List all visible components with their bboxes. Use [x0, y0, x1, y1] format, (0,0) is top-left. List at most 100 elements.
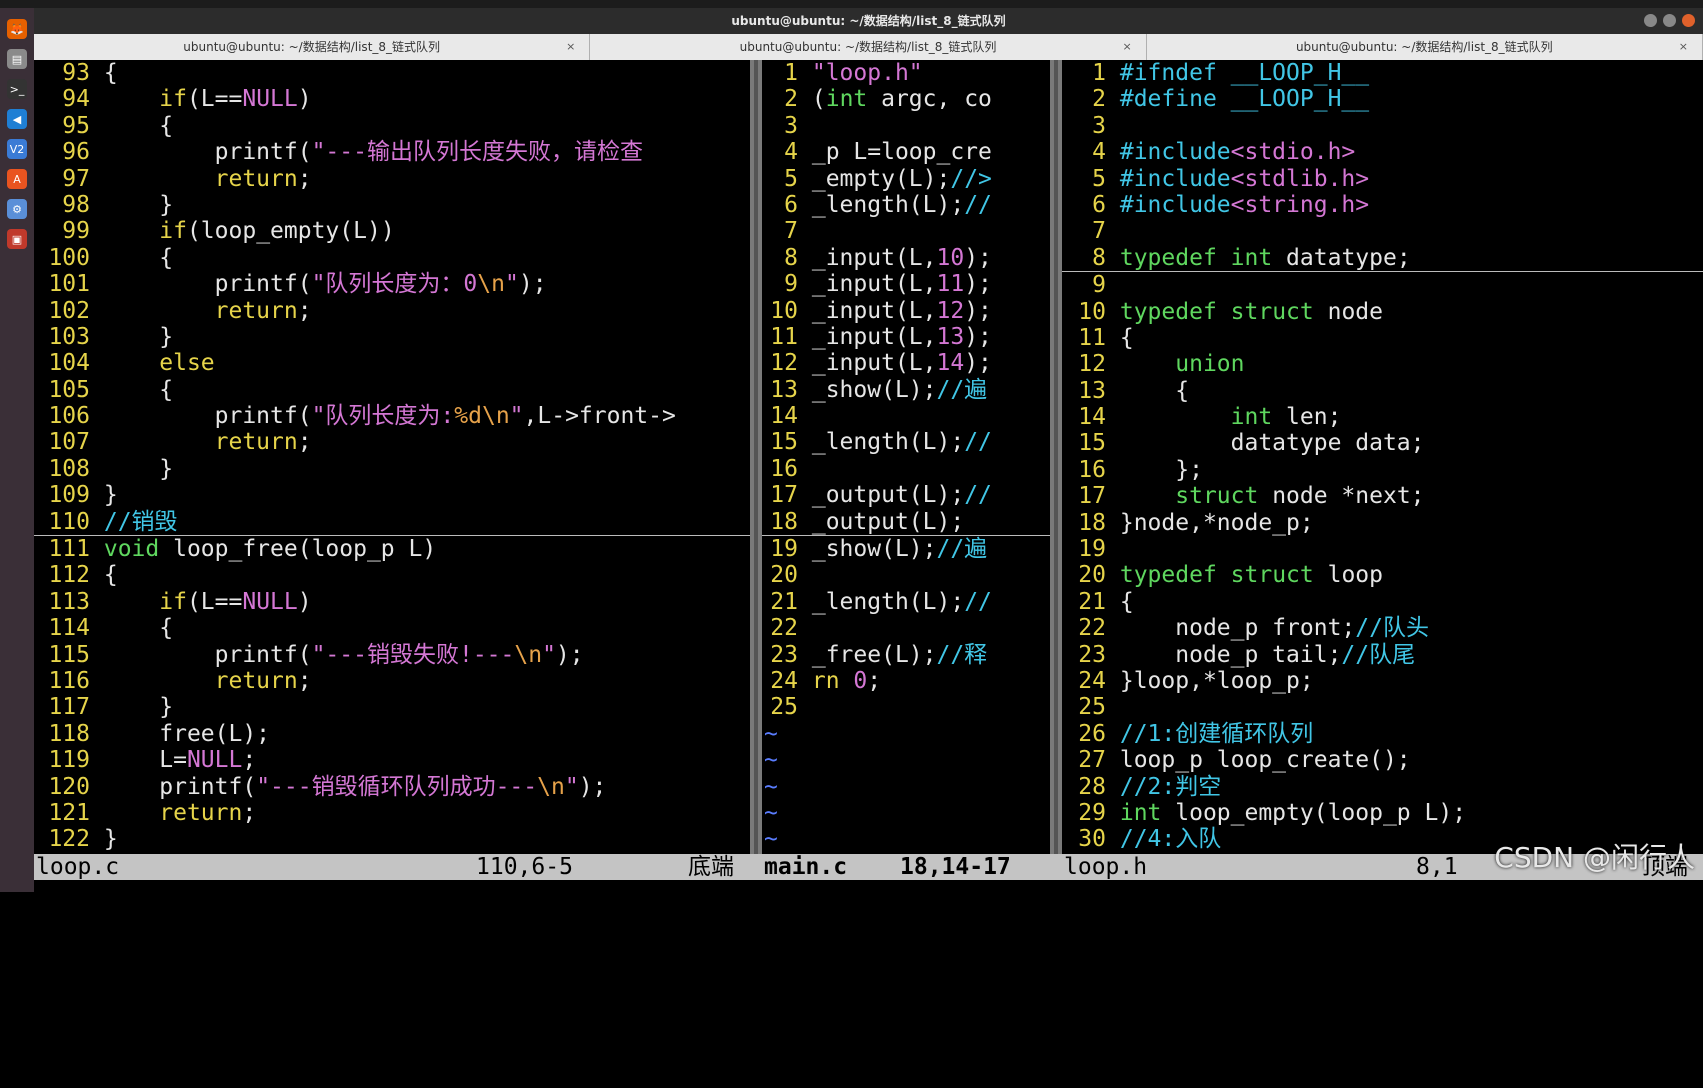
editor-pane-main-c[interactable]: 1 "loop.h" 2 (int argc, co 3 4 _p L=loop_c…: [762, 60, 1050, 854]
code-line[interactable]: ~: [762, 800, 1050, 826]
code-line[interactable]: 105 {: [34, 377, 750, 403]
code-line[interactable]: ~: [762, 747, 1050, 773]
code-line[interactable]: 102 return;: [34, 298, 750, 324]
code-line[interactable]: 10 _input(L,12);: [762, 298, 1050, 324]
code-line[interactable]: 11 {: [1062, 325, 1703, 351]
tab-close-icon[interactable]: ×: [1122, 34, 1131, 60]
code-line[interactable]: 120 printf("---销毁循环队列成功---\n");: [34, 774, 750, 800]
code-line[interactable]: 1 "loop.h": [762, 60, 1050, 86]
code-line[interactable]: 99 if(loop_empty(L)): [34, 218, 750, 244]
code-line[interactable]: 113 if(L==NULL): [34, 589, 750, 615]
code-line[interactable]: 100 {: [34, 245, 750, 271]
code-line[interactable]: 103 }: [34, 324, 750, 350]
files-icon[interactable]: ▤: [7, 49, 27, 69]
code-line[interactable]: 12 _input(L,14);: [762, 350, 1050, 376]
code-line[interactable]: 24 rn 0;: [762, 668, 1050, 694]
code-line[interactable]: 97 return;: [34, 166, 750, 192]
code-line[interactable]: 22: [762, 615, 1050, 641]
code-line[interactable]: ~: [762, 721, 1050, 747]
code-line[interactable]: 10 typedef struct node: [1062, 299, 1703, 325]
code-line[interactable]: 13 _show(L);//遍: [762, 377, 1050, 403]
code-line[interactable]: 8 _input(L,10);: [762, 245, 1050, 271]
code-line[interactable]: 109 }: [34, 482, 750, 508]
code-line[interactable]: 25: [1062, 694, 1703, 720]
vertical-split-separator[interactable]: [750, 60, 762, 854]
code-line[interactable]: 114 {: [34, 615, 750, 641]
code-line[interactable]: 20 typedef struct loop: [1062, 562, 1703, 588]
code-line[interactable]: 12 union: [1062, 351, 1703, 377]
vscode-icon[interactable]: ◀: [7, 109, 27, 129]
tab-close-icon[interactable]: ×: [1679, 34, 1688, 60]
code-line[interactable]: 106 printf("队列长度为:%d\n",L->front->: [34, 403, 750, 429]
close-window-icon[interactable]: [1682, 14, 1695, 27]
code-line[interactable]: 29 int loop_empty(loop_p L);: [1062, 800, 1703, 826]
code-line[interactable]: 108 }: [34, 456, 750, 482]
code-line[interactable]: 6 _length(L);//: [762, 192, 1050, 218]
terminal-tab-1[interactable]: ubuntu@ubuntu: ~/数据结构/list_8_链式队列 ×: [34, 34, 591, 60]
code-line[interactable]: 98 }: [34, 192, 750, 218]
code-line[interactable]: 23 node_p tail;//队尾: [1062, 642, 1703, 668]
code-line[interactable]: 20: [762, 562, 1050, 588]
code-line[interactable]: 16: [762, 456, 1050, 482]
code-line[interactable]: 115 printf("---销毁失败!---\n");: [34, 642, 750, 668]
code-line[interactable]: 15 _length(L);//: [762, 429, 1050, 455]
settings-icon[interactable]: ⚙: [7, 199, 27, 219]
code-line[interactable]: 122 }: [34, 826, 750, 852]
code-line[interactable]: 107 return;: [34, 429, 750, 455]
code-line[interactable]: 16 };: [1062, 457, 1703, 483]
code-line[interactable]: 110 //销毁: [34, 509, 750, 537]
code-line[interactable]: 28 //2:判空: [1062, 774, 1703, 800]
code-line[interactable]: 118 free(L);: [34, 721, 750, 747]
code-line[interactable]: 18 }node,*node_p;: [1062, 510, 1703, 536]
software-icon[interactable]: A: [7, 169, 27, 189]
code-line[interactable]: 94 if(L==NULL): [34, 86, 750, 112]
v2-icon[interactable]: V2: [7, 139, 27, 159]
code-line[interactable]: 11 _input(L,13);: [762, 324, 1050, 350]
code-line[interactable]: 24 }loop,*loop_p;: [1062, 668, 1703, 694]
code-line[interactable]: 4 #include<stdio.h>: [1062, 139, 1703, 165]
code-line[interactable]: 104 else: [34, 350, 750, 376]
code-line[interactable]: 18 _output(L);: [762, 509, 1050, 537]
code-line[interactable]: 19 _show(L);//遍: [762, 536, 1050, 562]
code-line[interactable]: 96 printf("---输出队列长度失败，请检查: [34, 139, 750, 165]
code-line[interactable]: 7: [762, 218, 1050, 244]
code-line[interactable]: 21 {: [1062, 589, 1703, 615]
code-line[interactable]: 6 #include<string.h>: [1062, 192, 1703, 218]
minimize-icon[interactable]: [1644, 14, 1657, 27]
code-line[interactable]: 2 #define __LOOP_H__: [1062, 86, 1703, 112]
code-line[interactable]: 14: [762, 403, 1050, 429]
code-line[interactable]: 93 {: [34, 60, 750, 86]
code-line[interactable]: 15 datatype data;: [1062, 430, 1703, 456]
code-line[interactable]: 5 #include<stdlib.h>: [1062, 166, 1703, 192]
code-line[interactable]: 3: [1062, 113, 1703, 139]
code-line[interactable]: 21 _length(L);//: [762, 589, 1050, 615]
code-line[interactable]: 121 return;: [34, 800, 750, 826]
maximize-icon[interactable]: [1663, 14, 1676, 27]
code-line[interactable]: 26 //1:创建循环队列: [1062, 721, 1703, 747]
editor-pane-loop-c[interactable]: 93 {94 if(L==NULL) 95 {96 printf("---输出队列…: [34, 60, 750, 854]
tab-close-icon[interactable]: ×: [566, 34, 575, 60]
code-line[interactable]: 27 loop_p loop_create();: [1062, 747, 1703, 773]
code-line[interactable]: 3: [762, 113, 1050, 139]
code-line[interactable]: 19: [1062, 536, 1703, 562]
firefox-icon[interactable]: 🦊: [7, 19, 27, 39]
code-line[interactable]: 4 _p L=loop_cre: [762, 139, 1050, 165]
terminal-icon[interactable]: >_: [7, 79, 27, 99]
screen-icon[interactable]: ▣: [7, 229, 27, 249]
code-line[interactable]: 14 int len;: [1062, 404, 1703, 430]
code-line[interactable]: 95 {: [34, 113, 750, 139]
code-line[interactable]: 5 _empty(L);//>: [762, 166, 1050, 192]
code-line[interactable]: 116 return;: [34, 668, 750, 694]
code-line[interactable]: 22 node_p front;//队头: [1062, 615, 1703, 641]
code-line[interactable]: 25: [762, 694, 1050, 720]
terminal-tab-3[interactable]: ubuntu@ubuntu: ~/数据结构/list_8_链式队列 ×: [1146, 34, 1703, 60]
terminal-tab-2[interactable]: ubuntu@ubuntu: ~/数据结构/list_8_链式队列 ×: [590, 34, 1147, 60]
code-line[interactable]: 119 L=NULL;: [34, 747, 750, 773]
code-line[interactable]: 9: [1062, 272, 1703, 298]
code-line[interactable]: 111 void loop_free(loop_p L): [34, 536, 750, 562]
code-line[interactable]: 112 {: [34, 562, 750, 588]
code-line[interactable]: 9 _input(L,11);: [762, 271, 1050, 297]
code-line[interactable]: 17 struct node *next;: [1062, 483, 1703, 509]
code-line[interactable]: 13 {: [1062, 378, 1703, 404]
code-line[interactable]: 1 #ifndef __LOOP_H__: [1062, 60, 1703, 86]
